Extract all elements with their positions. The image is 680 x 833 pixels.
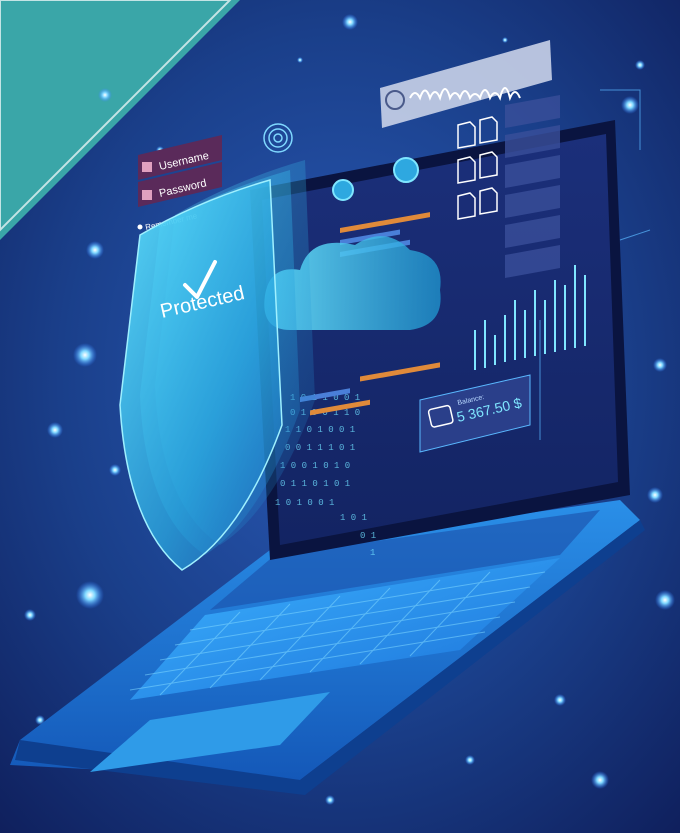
svg-text:0 1 1 0 1 0 1: 0 1 1 0 1 0 1	[280, 479, 350, 489]
svg-text:1: 1	[370, 548, 375, 558]
svg-text:1 0 0 1 0 1 0: 1 0 0 1 0 1 0	[280, 461, 350, 471]
svg-text:1 0 1 0 0 1: 1 0 1 0 0 1	[275, 498, 334, 508]
svg-text:0 1: 0 1	[360, 531, 376, 541]
cyber-security-illustration: 1 0 1 1 0 0 1 0 1 0 0 1 1 0 1 1 0 1 0 0 …	[0, 0, 680, 833]
lock-icon	[142, 190, 152, 200]
user-icon	[142, 162, 152, 172]
svg-text:1 0 1: 1 0 1	[340, 513, 367, 523]
